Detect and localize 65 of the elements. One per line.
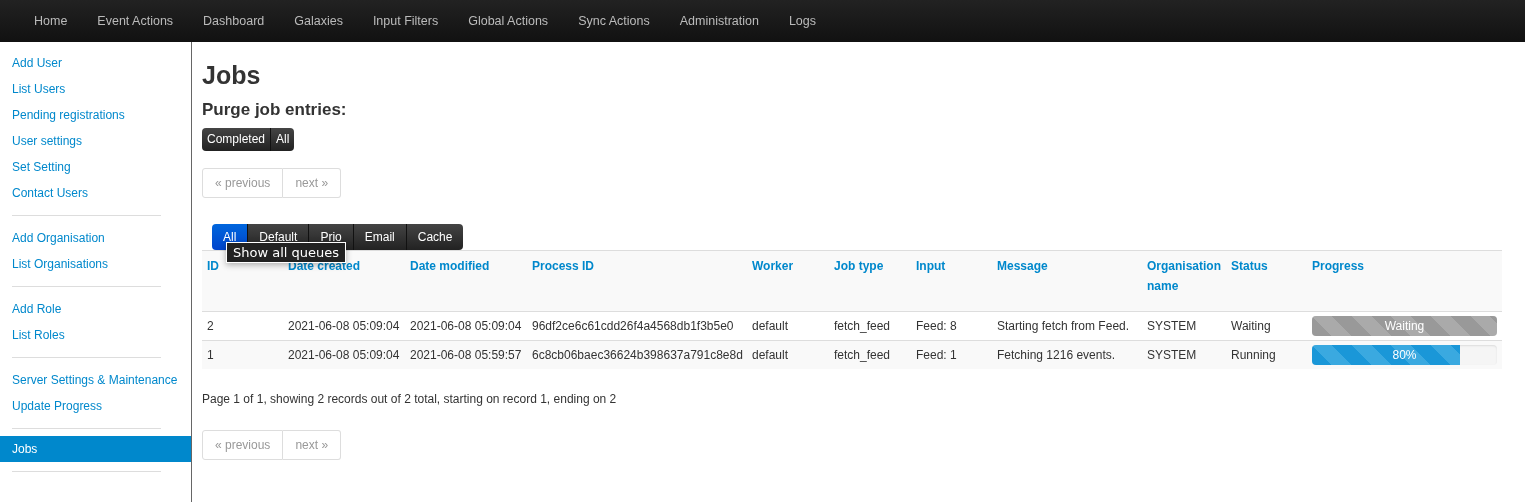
queue-tab[interactable]: Email (352, 224, 406, 250)
next-link[interactable]: next » (283, 430, 342, 460)
table-cell: Starting fetch from Feed. (997, 319, 1130, 333)
table-cell: Waiting (1231, 319, 1271, 333)
sidebar-item[interactable]: List Users (0, 76, 191, 102)
nav-link[interactable]: Event Actions (82, 14, 189, 28)
table-cell: Feed: 8 (916, 319, 957, 333)
sidebar-item[interactable]: User settings (0, 128, 191, 154)
progress-label: 80% (1391, 347, 1418, 364)
nav-link[interactable]: Global Actions (453, 14, 564, 28)
purge-button[interactable]: All (270, 128, 295, 151)
pagination-summary: Page 1 of 1, showing 2 records out of 2 total, starting on record 1, ending on 2 (202, 391, 618, 408)
sidebar-item[interactable]: Add User (0, 50, 191, 76)
table-cell: 96df2ce6c61cdd26f4a4568db1f3b5e0 (532, 319, 734, 333)
table-cell: 2021-06-08 05:59:57 (410, 348, 522, 362)
column-header[interactable]: Input (916, 256, 987, 276)
column-header[interactable]: Progress (1312, 256, 1497, 276)
table-cell: default (752, 319, 789, 333)
sidebar-item[interactable]: List Roles (0, 322, 191, 348)
nav-link[interactable]: Home (19, 14, 83, 28)
table-cell: Fetching 1216 events. (997, 348, 1116, 362)
sidebar-item[interactable]: Contact Users (0, 180, 191, 206)
previous-link[interactable]: « previous (202, 168, 284, 198)
sidebar-item[interactable]: Update Progress (0, 393, 191, 419)
sidebar-item[interactable]: Jobs (0, 436, 191, 462)
sidebar-item[interactable]: Add Organisation (0, 225, 191, 251)
page-title: Jobs (202, 60, 262, 90)
tooltip: Show all queues (226, 242, 347, 263)
column-header[interactable]: Date modified (410, 256, 522, 276)
table-cell: 2 (207, 319, 214, 333)
section-heading: Purge job entries: (202, 100, 348, 120)
nav-link[interactable]: Dashboard (188, 14, 280, 28)
nav-link[interactable]: Administration (664, 14, 774, 28)
nav-link[interactable]: Logs (773, 14, 831, 28)
table-cell: SYSTEM (1147, 319, 1197, 333)
table-cell: fetch_feed (834, 348, 891, 362)
table-cell: fetch_feed (834, 319, 891, 333)
nav-link[interactable]: Galaxies (279, 14, 358, 28)
nav-link[interactable]: Sync Actions (563, 14, 665, 28)
column-header[interactable]: Organisation name (1147, 256, 1221, 296)
sidebar-item[interactable]: Pending registrations (0, 102, 191, 128)
column-header[interactable]: Message (997, 256, 1137, 276)
table-cell: Feed: 1 (916, 348, 957, 362)
queue-tab[interactable]: Cache (405, 224, 464, 250)
table-cell: 1 (207, 348, 214, 362)
sidebar-item[interactable]: Set Setting (0, 154, 191, 180)
table-cell: 2021-06-08 05:09:04 (288, 319, 400, 333)
column-header[interactable]: Job type (834, 256, 906, 276)
previous-link[interactable]: « previous (202, 430, 284, 460)
nav-link[interactable]: Input Filters (357, 14, 454, 28)
table-cell: Running (1231, 348, 1276, 362)
table-cell: 2021-06-08 05:09:04 (288, 348, 400, 362)
table-cell: SYSTEM (1147, 348, 1197, 362)
table-cell: 6c8cb06baec36624b398637a791c8e8d (532, 348, 743, 362)
table-cell: default (752, 348, 789, 362)
column-header[interactable]: Status (1231, 256, 1302, 276)
table-cell: 2021-06-08 05:09:04 (410, 319, 522, 333)
sidebar-item[interactable]: List Organisations (0, 251, 191, 277)
purge-button[interactable]: Completed (202, 128, 271, 151)
next-link[interactable]: next » (283, 168, 342, 198)
progress-label: Waiting (1383, 318, 1426, 335)
sidebar-item[interactable]: Add Role (0, 296, 191, 322)
column-header[interactable]: Process ID (532, 256, 742, 276)
column-header[interactable]: Worker (752, 256, 824, 276)
sidebar-item[interactable]: Server Settings & Maintenance (0, 367, 191, 393)
